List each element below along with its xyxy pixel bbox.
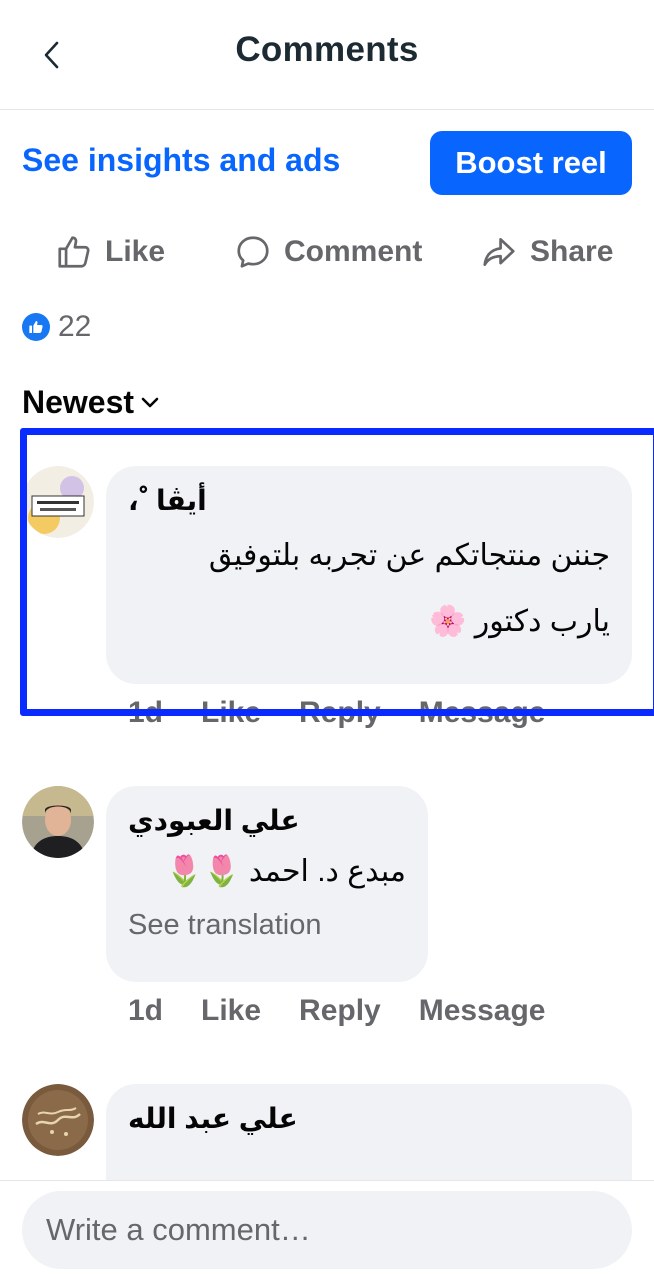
like-badge-icon xyxy=(22,313,50,341)
comment-like-button[interactable]: Like xyxy=(201,994,261,1028)
comment-message-button[interactable]: Message xyxy=(419,994,546,1028)
avatar[interactable] xyxy=(22,786,94,858)
chevron-down-icon xyxy=(141,397,159,407)
comment-text-line: جننن منتجاتكم عن تجربه بلتوفيق xyxy=(208,539,610,572)
comment-bubble[interactable]: علي العبودي مبدع د. احمد 🌷🌷 See translat… xyxy=(106,786,428,982)
comment-time: 1d xyxy=(128,696,164,729)
comment-composer xyxy=(0,1180,654,1280)
comment-text-line: يارب دكتور 🌸 xyxy=(429,605,610,638)
page-title: Comments xyxy=(235,30,419,69)
comment-meta: 1d Like Reply Message xyxy=(128,994,546,1028)
reaction-summary[interactable]: 22 xyxy=(22,310,91,344)
comment-meta: 1d Like Reply Message xyxy=(128,696,546,730)
share-label: Share xyxy=(530,235,614,268)
see-insights-link[interactable]: See insights and ads xyxy=(22,142,340,179)
boost-reel-button[interactable]: Boost reel xyxy=(430,131,632,195)
comment-button[interactable]: Comment xyxy=(234,222,422,282)
avatar[interactable] xyxy=(22,466,94,538)
thumbs-up-icon xyxy=(58,236,90,268)
comment-author[interactable]: علي العبودي xyxy=(128,804,406,837)
like-label: Like xyxy=(105,235,166,268)
share-button[interactable]: Share xyxy=(480,222,613,282)
comment-input[interactable] xyxy=(22,1191,632,1269)
comment-like-button[interactable]: Like xyxy=(201,696,261,730)
share-arrow-icon xyxy=(483,237,515,267)
comment-time: 1d xyxy=(128,994,164,1027)
comment-message-button[interactable]: Message xyxy=(419,696,546,730)
reaction-count: 22 xyxy=(58,310,92,343)
see-translation-link[interactable]: See translation xyxy=(128,909,406,942)
comment-bubble[interactable]: أيڤا ﹾ، جننن منتجاتكم عن تجربه بلتوفيق ي… xyxy=(106,466,632,684)
post-actions-bar: Like Comment Share xyxy=(0,222,654,282)
comment-reply-button[interactable]: Reply xyxy=(299,994,381,1028)
like-button[interactable]: Like xyxy=(55,222,165,282)
sort-dropdown[interactable]: Newest xyxy=(22,384,160,421)
comment-text-line: مبدع د. احمد 🌷🌷 xyxy=(165,855,406,888)
comment-bubble-icon xyxy=(237,236,269,268)
avatar[interactable] xyxy=(22,1084,94,1156)
comment-author[interactable]: علي عبد الله xyxy=(128,1102,610,1135)
comment-author[interactable]: أيڤا ﹾ، xyxy=(128,484,610,517)
comment-reply-button[interactable]: Reply xyxy=(299,696,381,730)
comment-label: Comment xyxy=(284,235,423,268)
sort-label: Newest xyxy=(22,384,135,420)
header-bar: Comments xyxy=(0,0,654,110)
